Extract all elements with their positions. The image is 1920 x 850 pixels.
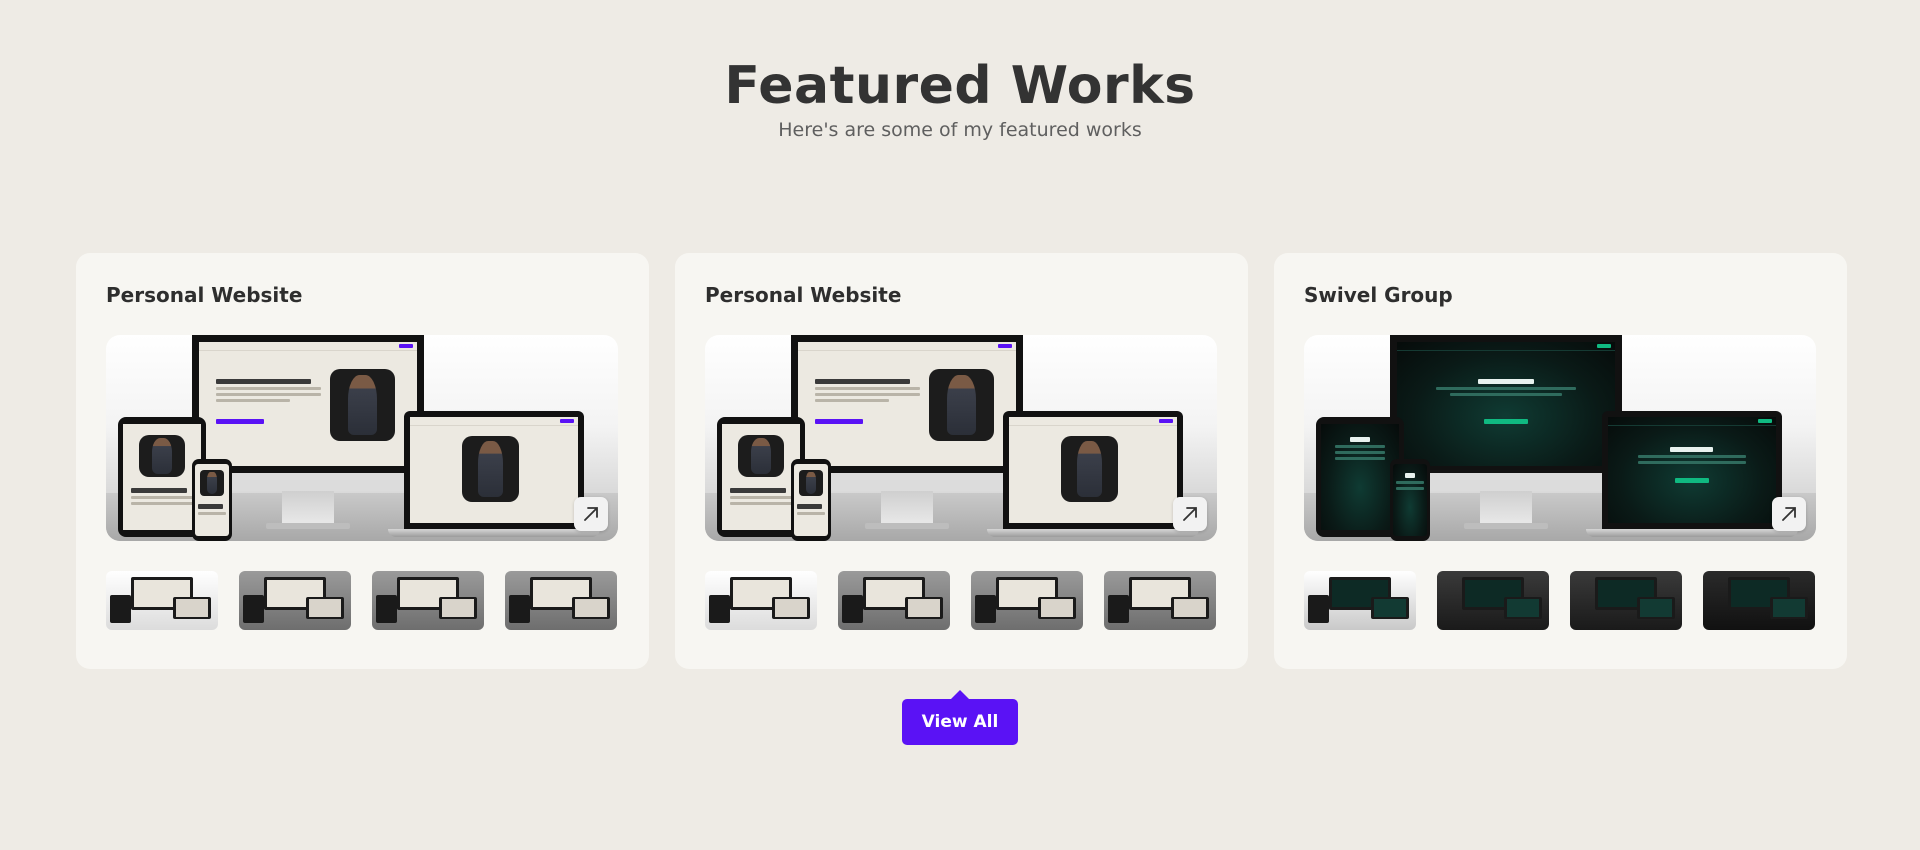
open-project-button[interactable] xyxy=(574,497,608,531)
project-hero-image[interactable] xyxy=(705,335,1217,541)
thumbnail[interactable] xyxy=(971,571,1083,630)
thumbnail[interactable] xyxy=(372,571,484,630)
thumbnail[interactable] xyxy=(1304,571,1416,630)
portrait-image xyxy=(1061,436,1119,502)
thumbnail[interactable] xyxy=(106,571,218,630)
view-all-button[interactable]: View All xyxy=(901,690,1019,745)
thumbnail-strip xyxy=(1304,571,1817,630)
thumbnail[interactable] xyxy=(838,571,950,630)
laptop-mockup xyxy=(404,411,584,529)
open-project-button[interactable] xyxy=(1772,497,1806,531)
project-hero-image[interactable] xyxy=(1304,335,1816,541)
phone-mockup xyxy=(1390,459,1430,541)
laptop-mockup xyxy=(1602,411,1782,529)
thumbnail[interactable] xyxy=(1570,571,1682,630)
thumbnail[interactable] xyxy=(1104,571,1216,630)
portrait-image xyxy=(928,369,995,442)
phone-mockup xyxy=(192,459,232,541)
monitor-mockup xyxy=(791,335,1023,473)
portrait-image xyxy=(329,369,396,442)
monitor-mockup xyxy=(1390,335,1622,473)
project-hero-image[interactable] xyxy=(106,335,618,541)
arrow-up-right-icon xyxy=(1782,507,1796,521)
arrow-up-right-icon xyxy=(1183,507,1197,521)
project-title: Personal Website xyxy=(705,283,902,307)
thumbnail[interactable] xyxy=(505,571,617,630)
monitor-screen xyxy=(1397,342,1615,466)
project-title: Personal Website xyxy=(106,283,303,307)
thumbnail[interactable] xyxy=(705,571,817,630)
thumbnail[interactable] xyxy=(239,571,351,630)
laptop-mockup xyxy=(1003,411,1183,529)
project-card[interactable]: Personal Website xyxy=(675,253,1248,669)
portrait-image xyxy=(462,436,520,502)
open-project-button[interactable] xyxy=(1173,497,1207,531)
monitor-mockup xyxy=(192,335,424,473)
project-title: Swivel Group xyxy=(1304,283,1453,307)
thumbnail-strip xyxy=(106,571,619,630)
arrow-up-right-icon xyxy=(584,507,598,521)
view-all-container: View All xyxy=(0,690,1920,745)
featured-works-grid: Personal Website Personal Website Swivel… xyxy=(76,253,1847,669)
phone-mockup xyxy=(791,459,831,541)
thumbnail-strip xyxy=(705,571,1218,630)
monitor-screen xyxy=(199,342,417,466)
thumbnail[interactable] xyxy=(1437,571,1549,630)
thumbnail[interactable] xyxy=(1703,571,1815,630)
section-title: Featured Works xyxy=(724,56,1196,116)
section-header: Featured Works Here's are some of my fea… xyxy=(0,0,1920,141)
monitor-screen xyxy=(798,342,1016,466)
section-subtitle: Here's are some of my featured works xyxy=(778,119,1142,141)
project-card[interactable]: Swivel Group xyxy=(1274,253,1847,669)
project-card[interactable]: Personal Website xyxy=(76,253,649,669)
